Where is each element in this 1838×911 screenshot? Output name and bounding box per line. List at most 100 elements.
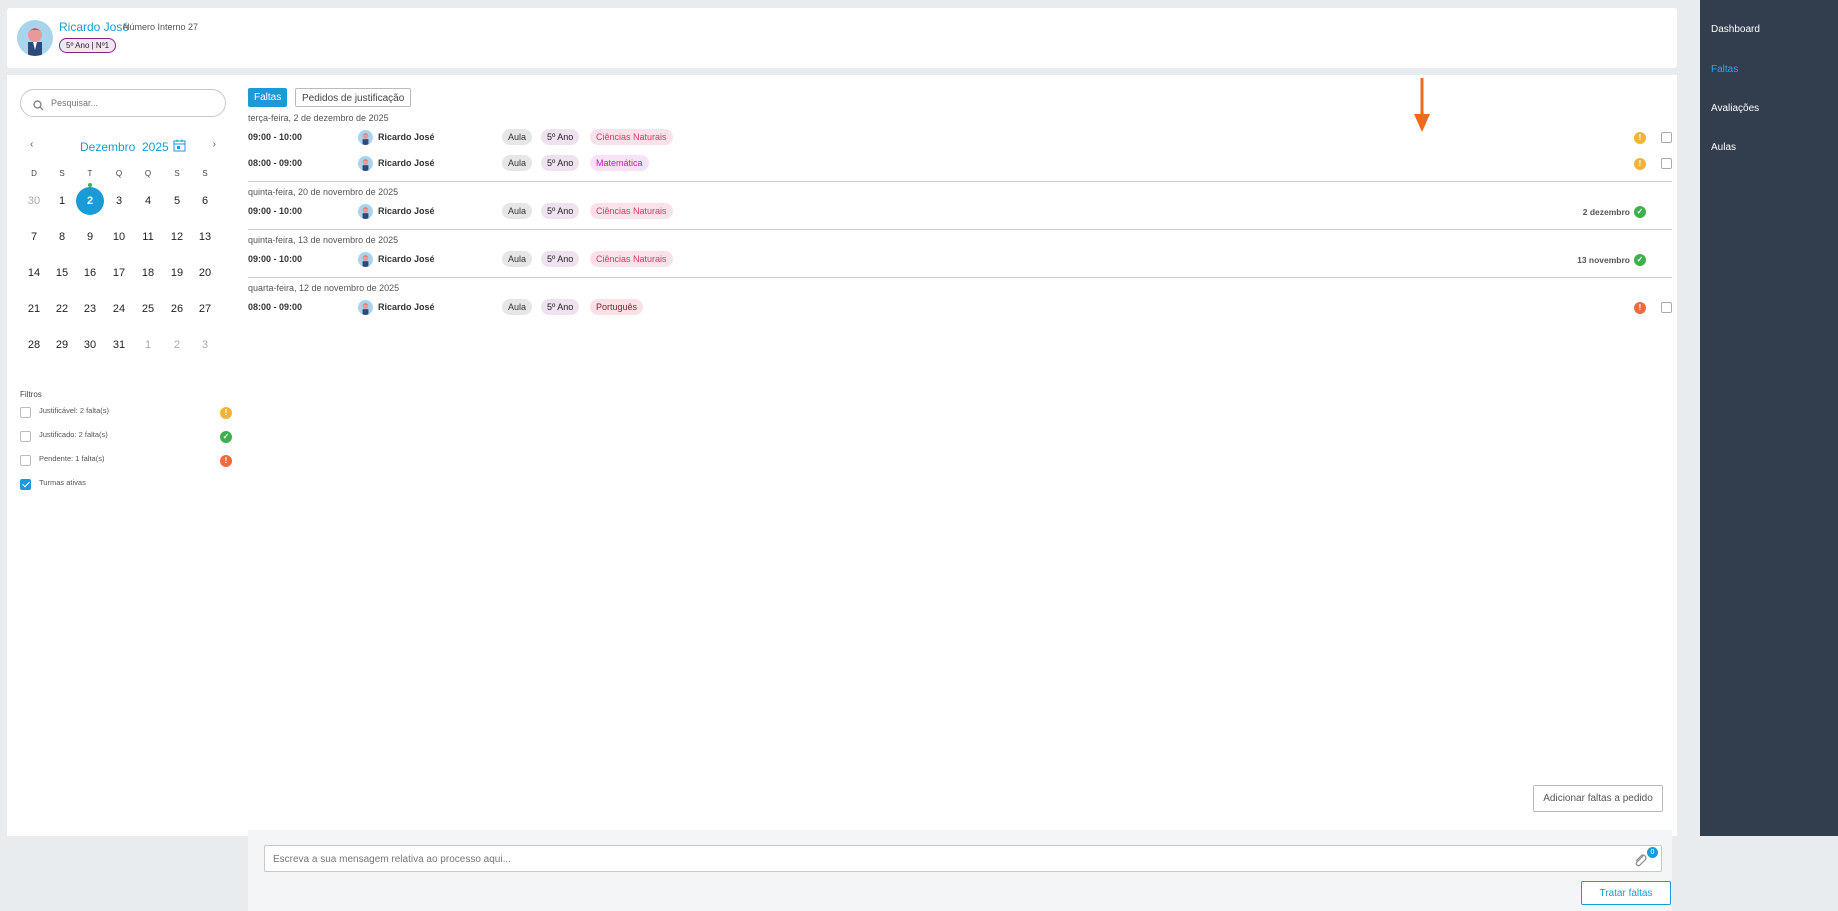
calendar-day[interactable]: 1 xyxy=(48,187,76,215)
calendar-day[interactable]: 22 xyxy=(48,295,76,323)
absence-student-name: Ricardo José xyxy=(378,158,435,168)
absence-checkbox[interactable] xyxy=(1661,158,1672,169)
student-name[interactable]: Ricardo José xyxy=(59,20,129,34)
calendar-day[interactable]: 8 xyxy=(48,223,76,251)
calendar-day[interactable]: 18 xyxy=(134,259,162,287)
calendar-day[interactable]: 2 xyxy=(76,183,104,215)
calendar-month[interactable]: Dezembro xyxy=(80,140,135,154)
calendar-day[interactable]: 31 xyxy=(105,331,133,359)
calendar-day[interactable]: 23 xyxy=(76,295,104,323)
absence-student-name: Ricardo José xyxy=(378,254,435,264)
calendar-day[interactable]: 3 xyxy=(105,187,133,215)
absences-list: Faltas Pedidos de justificação terça-fei… xyxy=(248,88,1672,321)
calendar-day[interactable]: 4 xyxy=(134,187,162,215)
sidebar-item-aulas[interactable]: Aulas xyxy=(1711,142,1736,153)
calendar-day[interactable]: 25 xyxy=(134,295,162,323)
filter-row[interactable]: Turmas ativas xyxy=(20,477,230,501)
search-icon xyxy=(33,98,44,116)
filter-checkbox[interactable] xyxy=(20,407,31,418)
add-absences-button[interactable]: Adicionar faltas a pedido xyxy=(1533,785,1663,812)
calendar-day[interactable]: 21 xyxy=(20,295,48,323)
paperclip-icon[interactable] xyxy=(1631,851,1649,874)
tab-faltas[interactable]: Faltas xyxy=(248,88,288,107)
calendar-day[interactable]: 24 xyxy=(105,295,133,323)
calendar-year[interactable]: 2025 xyxy=(142,140,169,154)
calendar-day[interactable]: 19 xyxy=(163,259,191,287)
sidebar-item-dashboard[interactable]: Dashboard xyxy=(1711,24,1760,35)
subject-chip: Português xyxy=(590,299,644,315)
student-profile-card: Ricardo José Número Interno 27 5º Ano | … xyxy=(7,8,1677,68)
check-status-icon: ✓ xyxy=(1634,206,1646,218)
absence-row[interactable]: 08:00 - 09:00 Ricardo José Aula 5º Ano Matem… xyxy=(248,151,1672,177)
search-box[interactable]: Pesquisar... xyxy=(20,89,226,117)
filter-row[interactable]: Pendente: 1 falta(s)! xyxy=(20,453,232,477)
check-status-icon: ✓ xyxy=(220,431,232,443)
calendar-day[interactable]: 28 xyxy=(20,331,48,359)
calendar-day[interactable]: 11 xyxy=(134,223,162,251)
calendar-day[interactable]: 30 xyxy=(76,331,104,359)
sidebar-item-avaliacoes[interactable]: Avaliações xyxy=(1711,103,1759,114)
filter-row[interactable]: Justificável: 2 falta(s)! xyxy=(20,405,232,429)
calendar-day-label: 15 xyxy=(55,267,69,279)
alert-status-icon: ! xyxy=(1634,132,1646,144)
calendar-day-label: 27 xyxy=(198,303,212,315)
absence-row[interactable]: 08:00 - 09:00 Ricardo José Aula 5º Ano Portu… xyxy=(248,295,1672,321)
calendar-day[interactable]: 20 xyxy=(191,259,219,287)
class-chip: 5º Ano xyxy=(541,299,580,315)
calendar-day[interactable]: 15 xyxy=(48,259,76,287)
calendar-prev-button[interactable]: ‹ xyxy=(30,139,33,150)
subject-chip: Ciências Naturais xyxy=(590,129,673,145)
calendar-icon[interactable] xyxy=(173,139,186,157)
calendar-day[interactable]: 7 xyxy=(20,223,48,251)
filter-checkbox[interactable] xyxy=(20,455,31,466)
attachment-count-badge: 0 xyxy=(1647,847,1658,858)
calendar-day-label: 2 xyxy=(173,339,181,351)
calendar-day-label: 10 xyxy=(112,231,126,243)
date-header: terça-feira, 2 de dezembro de 2025 xyxy=(248,113,389,123)
calendar-day[interactable]: 2 xyxy=(163,331,191,359)
search-input[interactable]: Pesquisar... xyxy=(51,98,98,108)
calendar-day[interactable]: 1 xyxy=(134,331,162,359)
class-chip: 5º Ano xyxy=(541,203,580,219)
calendar-day[interactable]: 27 xyxy=(191,295,219,323)
absence-student-name: Ricardo José xyxy=(378,206,435,216)
calendar-day[interactable]: 9 xyxy=(76,223,104,251)
calendar-day-label: 23 xyxy=(83,303,97,315)
absence-checkbox[interactable] xyxy=(1661,132,1672,143)
absence-row[interactable]: 09:00 - 10:00 Ricardo José Aula 5º Ano Ciênc… xyxy=(248,125,1672,151)
calendar-day-label: 6 xyxy=(201,195,209,207)
calendar-day[interactable]: 26 xyxy=(163,295,191,323)
absence-checkbox[interactable] xyxy=(1661,302,1672,313)
calendar-weekday: S xyxy=(202,169,208,178)
filter-row[interactable]: Justificado: 2 falta(s) ✓ xyxy=(20,429,232,453)
alert-status-icon: ! xyxy=(220,407,232,419)
calendar-day[interactable]: 10 xyxy=(105,223,133,251)
lesson-type-chip: Aula xyxy=(502,155,533,171)
calendar-day[interactable]: 30 xyxy=(20,187,48,215)
tab-justification-requests[interactable]: Pedidos de justificação xyxy=(295,88,412,107)
calendar-day[interactable]: 3 xyxy=(191,331,219,359)
filter-checkbox[interactable] xyxy=(20,431,31,442)
sidebar-item-faltas[interactable]: Faltas xyxy=(1711,64,1738,75)
message-input[interactable]: Escreva a sua mensagem relativa ao proce… xyxy=(264,845,1662,872)
absence-row[interactable]: 09:00 - 10:00 Ricardo José Aula 5º Ano Ciênc… xyxy=(248,247,1672,273)
calendar-day[interactable]: 6 xyxy=(191,187,219,215)
student-avatar-small xyxy=(358,156,373,171)
submit-absences-button[interactable]: Tratar faltas xyxy=(1581,881,1671,905)
calendar-day-label: 31 xyxy=(112,339,126,351)
calendar-day[interactable]: 5 xyxy=(163,187,191,215)
calendar-day[interactable]: 12 xyxy=(163,223,191,251)
calendar-day[interactable]: 17 xyxy=(105,259,133,287)
absence-row[interactable]: 09:00 - 10:00 Ricardo José Aula 5º Ano Ciênc… xyxy=(248,199,1672,225)
filter-label: Justificável: 2 falta(s) xyxy=(39,406,110,415)
calendar-day[interactable]: 13 xyxy=(191,223,219,251)
calendar-day[interactable]: 14 xyxy=(20,259,48,287)
calendar-next-button[interactable]: › xyxy=(213,139,216,150)
calendar-day-label: 24 xyxy=(112,303,126,315)
date-header: quinta-feira, 13 de novembro de 2025 xyxy=(248,235,399,245)
calendar-day-label: 5 xyxy=(173,195,181,207)
calendar-day[interactable]: 29 xyxy=(48,331,76,359)
calendar-day[interactable]: 16 xyxy=(76,259,104,287)
filter-checkbox[interactable] xyxy=(20,479,31,490)
calendar-day-label: 30 xyxy=(83,339,97,351)
